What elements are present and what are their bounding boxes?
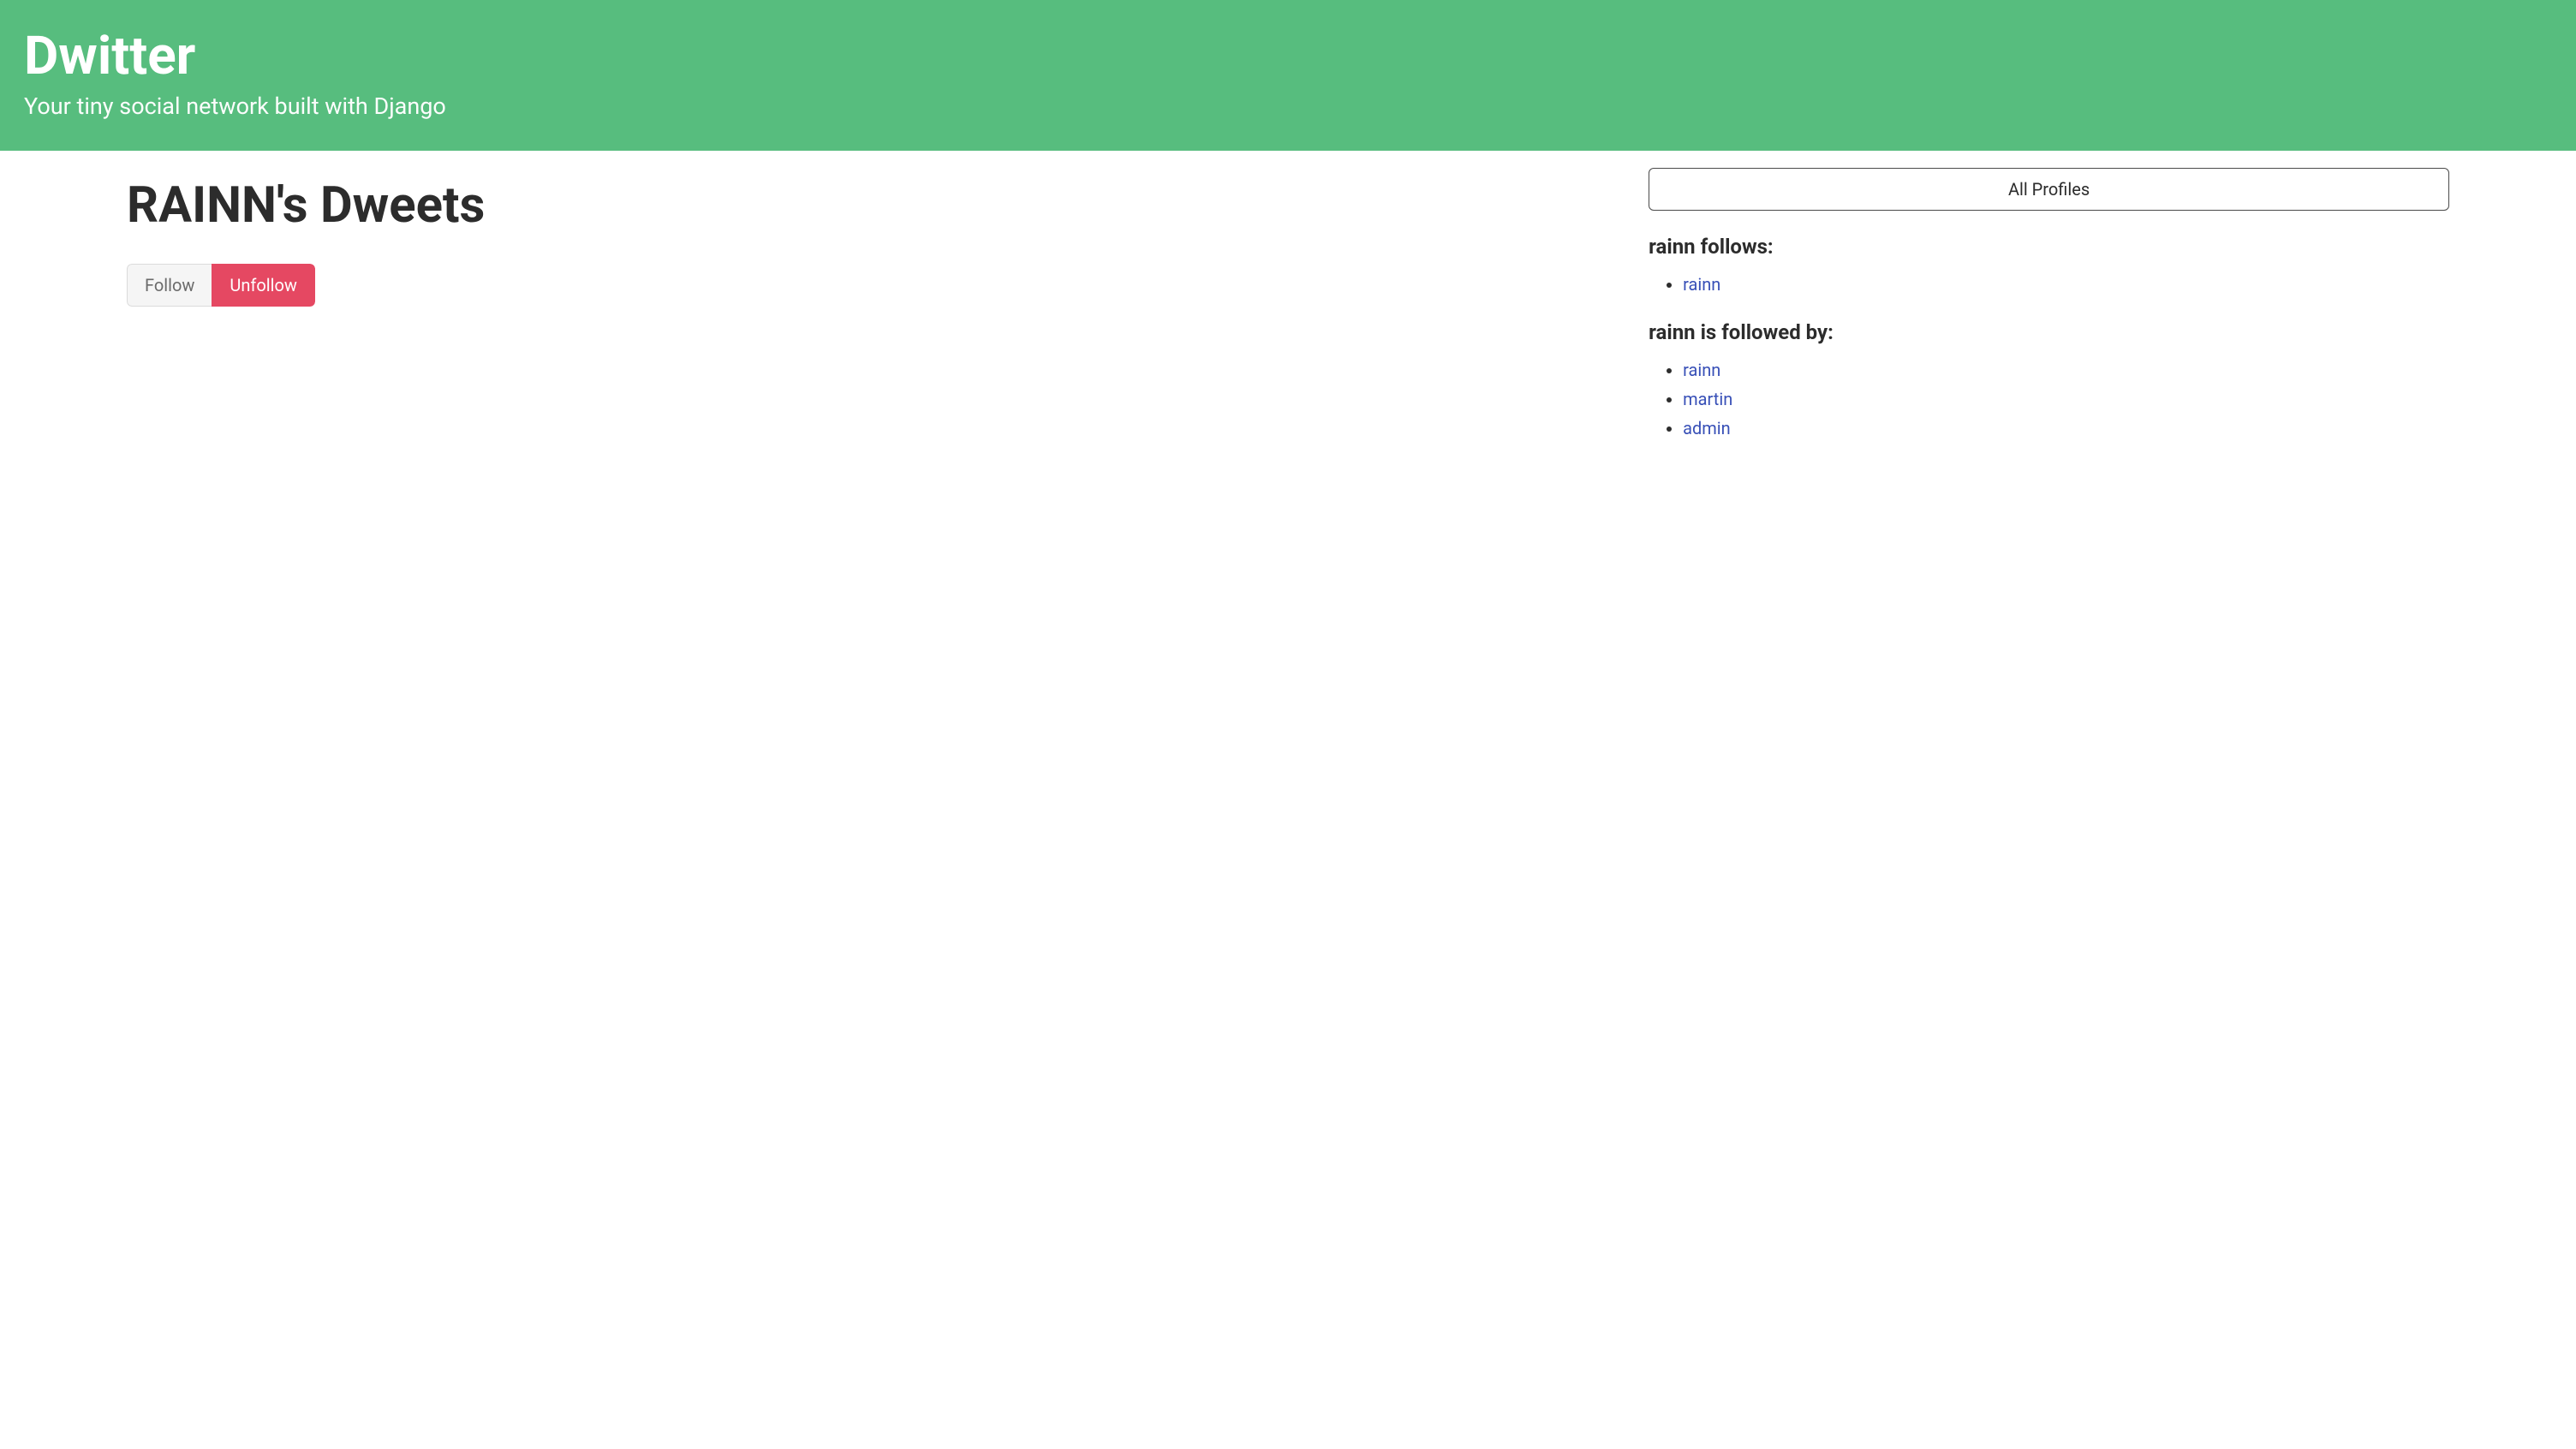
follows-heading: rainn follows: [1649, 235, 2449, 259]
page-title: RAINN's Dweets [127, 176, 1649, 235]
site-header: Dwitter Your tiny social network built w… [0, 0, 2576, 151]
follow-button-group: Follow Unfollow [127, 264, 315, 307]
site-title: Dwitter [24, 27, 2552, 86]
all-profiles-button[interactable]: All Profiles [1649, 168, 2449, 211]
follow-button[interactable]: Follow [127, 264, 212, 307]
list-item: rainn [1683, 274, 2449, 295]
list-item: martin [1683, 389, 2449, 409]
page-layout: RAINN's Dweets Follow Unfollow All Profi… [0, 151, 2576, 464]
profile-link[interactable]: rainn [1683, 274, 1720, 295]
sidebar-column: All Profiles rainn follows: rainn rainn … [1649, 168, 2576, 464]
profile-link[interactable]: rainn [1683, 360, 1720, 380]
unfollow-button[interactable]: Unfollow [212, 264, 315, 307]
follows-list: rainn [1649, 274, 2449, 295]
followed-by-list: rainn martin admin [1649, 360, 2449, 438]
followed-by-heading: rainn is followed by: [1649, 320, 2449, 344]
profile-link[interactable]: martin [1683, 389, 1732, 409]
list-item: rainn [1683, 360, 2449, 380]
site-subtitle: Your tiny social network built with Djan… [24, 92, 2552, 120]
list-item: admin [1683, 418, 2449, 438]
main-column: RAINN's Dweets Follow Unfollow [0, 168, 1649, 464]
profile-link[interactable]: admin [1683, 418, 1731, 438]
